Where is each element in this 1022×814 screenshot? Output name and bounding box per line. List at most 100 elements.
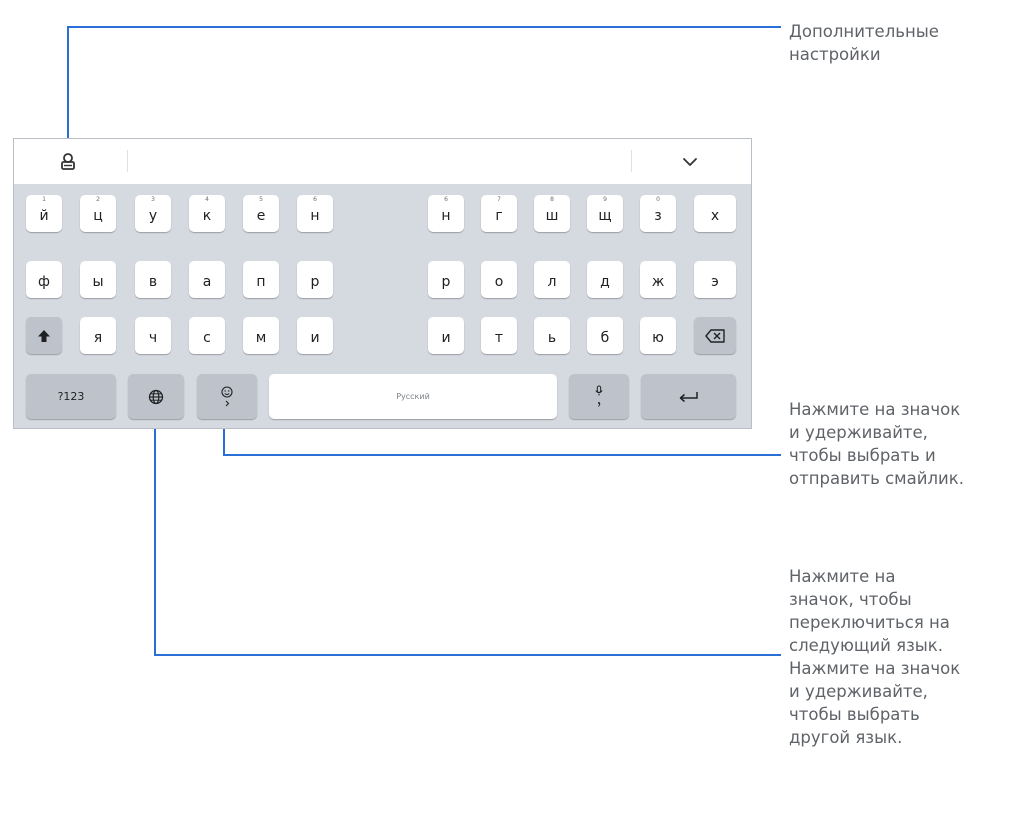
key-label: с — [203, 329, 211, 346]
key-row1-7[interactable]: 6н — [428, 195, 464, 232]
key-hint: 2 — [96, 196, 100, 203]
key-label: в — [148, 273, 158, 290]
key-row1-3[interactable]: 3у — [135, 195, 171, 232]
key-row1-2[interactable]: 2ц — [80, 195, 116, 232]
key-label: т — [494, 329, 504, 346]
key-hint: 1 — [42, 196, 46, 203]
key-label: ф — [38, 273, 50, 290]
key-label: н — [310, 207, 320, 224]
key-label: и — [310, 329, 320, 346]
key-row1-5[interactable]: 5е — [243, 195, 279, 232]
key-label: я — [93, 329, 103, 346]
enter-key[interactable] — [641, 374, 736, 419]
key-row1-12[interactable]: х — [694, 195, 736, 232]
key-row3-8[interactable]: ь — [534, 317, 570, 354]
globe-icon — [148, 389, 164, 404]
space-key[interactable]: Русский — [269, 374, 557, 419]
mic-comma-key[interactable] — [569, 374, 629, 419]
key-row1-10[interactable]: 9щ — [587, 195, 623, 232]
key-label: п — [256, 273, 266, 290]
key-label: д — [600, 273, 610, 290]
key-hint: 9 — [603, 196, 607, 203]
backspace-key[interactable] — [694, 317, 736, 354]
key-label: м — [255, 329, 267, 346]
key-label: ш — [545, 207, 559, 224]
key-row2-10[interactable]: д — [587, 261, 623, 298]
key-label: и — [441, 329, 451, 346]
language-callout-text: Нажмите на значок, чтобы переключиться н… — [789, 567, 961, 747]
key-label: к — [202, 207, 212, 224]
key-hint: 5 — [259, 196, 263, 203]
shift-icon — [38, 329, 50, 342]
key-row2-5[interactable]: п — [243, 261, 279, 298]
key-hint: 3 — [151, 196, 155, 203]
key-row2-1[interactable]: ф — [26, 261, 62, 298]
key-row2-3[interactable]: в — [135, 261, 171, 298]
settings-callout-line-v — [67, 26, 69, 140]
key-label: ь — [547, 329, 557, 346]
settings-icon[interactable] — [57, 151, 79, 173]
numbers-key[interactable]: ?123 — [26, 374, 116, 419]
key-row3-3[interactable]: с — [189, 317, 225, 354]
key-row2-9[interactable]: л — [534, 261, 570, 298]
backspace-icon — [705, 328, 725, 343]
key-label: а — [202, 273, 212, 290]
emoji-callout-text: Нажмите на значок и удерживайте, чтобы в… — [789, 400, 964, 488]
key-row1-8[interactable]: 7г — [481, 195, 517, 232]
key-row2-2[interactable]: ы — [80, 261, 116, 298]
key-row1-6[interactable]: 6н — [297, 195, 333, 232]
key-row2-12[interactable]: э — [694, 261, 736, 298]
emoji-key[interactable] — [197, 374, 257, 419]
space-key-label: Русский — [396, 392, 430, 401]
key-label: х — [710, 207, 720, 224]
key-row2-6[interactable]: р — [297, 261, 333, 298]
key-label: з — [654, 207, 662, 224]
key-row1-9[interactable]: 8ш — [534, 195, 570, 232]
enter-icon — [679, 391, 698, 402]
key-label: у — [148, 207, 158, 224]
key-row1-11[interactable]: 0з — [640, 195, 676, 232]
shift-key[interactable] — [26, 317, 62, 354]
key-hint: 6 — [444, 196, 448, 203]
settings-callout-line-h — [67, 26, 781, 28]
key-row2-8[interactable]: о — [481, 261, 517, 298]
key-label: ы — [92, 273, 104, 290]
collapse-keyboard-icon[interactable] — [679, 151, 701, 173]
mic-comma-icon — [595, 385, 603, 407]
key-row3-4[interactable]: м — [243, 317, 279, 354]
key-label: щ — [598, 207, 612, 224]
key-hint: 4 — [205, 196, 209, 203]
key-row3-6[interactable]: и — [428, 317, 464, 354]
keyboard-toolbar — [14, 139, 751, 184]
key-row3-9[interactable]: б — [587, 317, 623, 354]
key-row2-11[interactable]: ж — [640, 261, 676, 298]
key-row1-1[interactable]: 1й — [26, 195, 62, 232]
key-hint: 0 — [656, 196, 660, 203]
numbers-key-label: ?123 — [57, 390, 85, 403]
key-label: е — [256, 207, 266, 224]
language-key[interactable] — [128, 374, 184, 419]
emoji-icon — [221, 385, 233, 406]
key-label: э — [711, 273, 719, 290]
key-hint: 8 — [550, 196, 554, 203]
key-row3-1[interactable]: я — [80, 317, 116, 354]
key-row3-2[interactable]: ч — [135, 317, 171, 354]
key-label: ц — [93, 207, 103, 224]
toolbar-separator — [631, 150, 632, 172]
settings-callout-text: Дополнительные настройки — [789, 22, 939, 64]
key-label: н — [441, 207, 451, 224]
key-row3-10[interactable]: ю — [640, 317, 676, 354]
key-label: ч — [148, 329, 158, 346]
key-hint: 7 — [497, 196, 501, 203]
key-hint: 6 — [313, 196, 317, 203]
key-label: ю — [652, 329, 664, 346]
key-row3-5[interactable]: и — [297, 317, 333, 354]
key-label: о — [494, 273, 504, 290]
key-row2-4[interactable]: а — [189, 261, 225, 298]
language-callout-line-h — [154, 654, 781, 656]
key-row3-7[interactable]: т — [481, 317, 517, 354]
key-row2-7[interactable]: р — [428, 261, 464, 298]
key-label: л — [547, 273, 557, 290]
key-label: р — [310, 273, 320, 290]
key-row1-4[interactable]: 4к — [189, 195, 225, 232]
